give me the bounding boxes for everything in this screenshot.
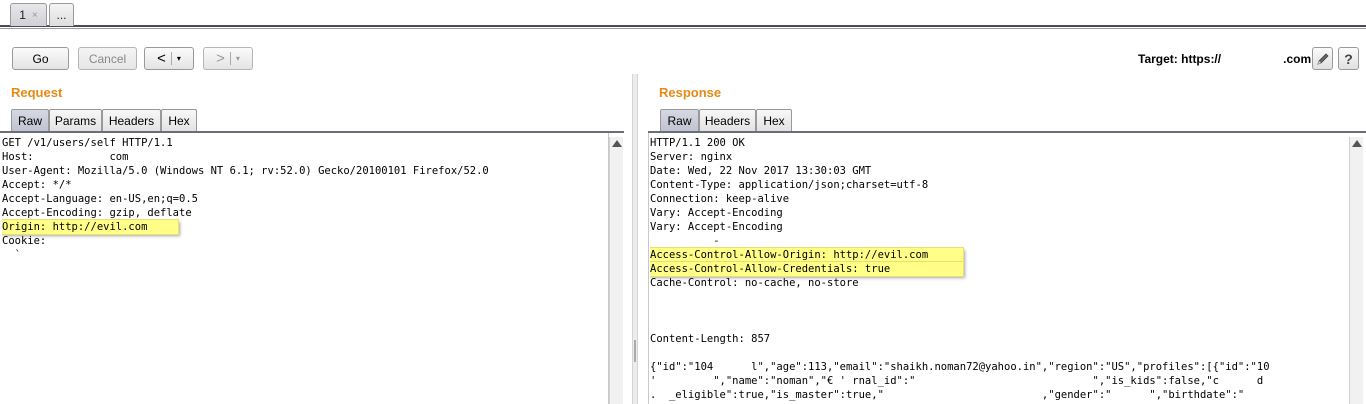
request-scrollbar[interactable] xyxy=(609,137,623,404)
edit-target-button[interactable] xyxy=(1312,47,1333,70)
help-button[interactable]: ? xyxy=(1338,47,1359,70)
tab-strip-divider xyxy=(0,25,1366,27)
request-tab-params[interactable]: Params xyxy=(49,109,102,132)
response-line: Content-Length: 857 xyxy=(650,333,771,345)
tab-1-label: 1 xyxy=(19,8,26,22)
button-separator xyxy=(229,52,231,65)
back-button[interactable]: < ▾ xyxy=(144,47,194,70)
response-tab-raw[interactable]: Raw xyxy=(660,109,699,132)
scroll-track[interactable] xyxy=(611,153,622,403)
go-button[interactable]: Go xyxy=(12,47,69,70)
response-tab-headers[interactable]: Headers xyxy=(699,109,756,132)
highlighted-origin-header: Origin: http://evil.com xyxy=(2,220,178,234)
highlighted-acac-header: Access-Control-Allow-Credentials: true xyxy=(650,262,963,276)
target-prefix: Target: https:// xyxy=(1138,52,1222,66)
response-line xyxy=(650,346,1340,360)
scroll-track[interactable] xyxy=(1351,153,1362,403)
request-tab-divider xyxy=(0,131,624,133)
chevron-right-icon: > xyxy=(216,50,225,67)
response-body-line: . _eligible":true,"is_master":true," ,"g… xyxy=(650,389,1245,401)
splitter-grip[interactable] xyxy=(634,340,636,362)
request-tab-hex[interactable]: Hex xyxy=(161,109,197,132)
response-scrollbar[interactable] xyxy=(1349,137,1363,404)
request-line: Accept-Language: en-US,en;q=0.5 xyxy=(2,193,198,205)
tab-new-label: ... xyxy=(56,8,67,22)
response-line: Cache-Control: no-cache, no-store xyxy=(650,277,859,289)
forward-button[interactable]: > ▾ xyxy=(203,47,253,70)
request-line: Cookie: xyxy=(2,235,47,247)
response-editor[interactable]: HTTP/1.1 200 OK Server: nginx Date: Wed,… xyxy=(650,136,1340,404)
request-line: Accept-Encoding: gzip, deflate xyxy=(2,207,192,219)
response-line: Content-Type: application/json;charset=u… xyxy=(650,179,929,191)
request-line: Host: com xyxy=(2,151,129,163)
response-line: HTTP/1.1 200 OK xyxy=(650,137,745,149)
button-separator xyxy=(170,52,172,65)
request-editor[interactable]: GET /v1/users/self HTTP/1.1 Host: com Us… xyxy=(2,136,608,404)
request-tab-raw[interactable]: Raw xyxy=(11,109,49,132)
help-icon: ? xyxy=(1344,50,1353,67)
response-line: Connection: keep-alive xyxy=(650,193,790,205)
chevron-down-icon[interactable]: ▾ xyxy=(236,54,240,63)
response-line: Date: Wed, 22 Nov 2017 13:30:03 GMT xyxy=(650,165,872,177)
pane-splitter[interactable] xyxy=(632,74,638,404)
target-suffix: .com xyxy=(1283,52,1312,66)
chevron-left-icon: < xyxy=(157,50,166,67)
response-body-line: ' ","name":"noman","€ ' rnal_id":" ","is… xyxy=(650,375,1264,387)
request-line: Accept: */* xyxy=(2,179,72,191)
chevron-down-icon[interactable]: ▾ xyxy=(177,54,181,63)
response-line xyxy=(650,318,1340,332)
response-line: Vary: Accept-Encoding xyxy=(650,221,783,233)
scroll-up-icon[interactable] xyxy=(612,140,622,147)
cancel-button[interactable]: Cancel xyxy=(78,47,137,70)
tab-new[interactable]: ... xyxy=(49,3,74,26)
response-line: Server: nginx xyxy=(650,151,733,163)
response-title: Response xyxy=(659,85,722,100)
target-label: Target: https:// .com xyxy=(1138,52,1311,66)
close-icon[interactable]: × xyxy=(32,10,38,21)
request-title: Request xyxy=(11,85,63,100)
response-line xyxy=(650,304,1340,318)
response-line: Vary: Accept-Encoding xyxy=(650,207,783,219)
highlighted-acao-header: Access-Control-Allow-Origin: http://evil… xyxy=(650,248,963,262)
request-line: User-Agent: Mozilla/5.0 (Windows NT 6.1;… xyxy=(2,165,489,177)
response-editor-left-border xyxy=(648,133,649,404)
pencil-icon xyxy=(1316,52,1329,65)
top-tab-strip: 1 × ... xyxy=(0,0,1366,30)
response-line xyxy=(650,290,1340,304)
redacted-host xyxy=(1221,53,1284,66)
request-line: GET /v1/users/self HTTP/1.1 xyxy=(2,137,173,149)
request-line: ` xyxy=(2,249,21,261)
tab-1[interactable]: 1 × xyxy=(10,3,47,26)
response-line: - xyxy=(650,235,720,247)
request-tab-headers[interactable]: Headers xyxy=(102,109,161,132)
response-body-line: {"id":"104 l","age":113,"email":"shaikh.… xyxy=(650,361,1270,373)
response-tab-hex[interactable]: Hex xyxy=(756,109,792,132)
response-tab-divider xyxy=(648,131,1366,133)
scroll-up-icon[interactable] xyxy=(1352,140,1362,147)
